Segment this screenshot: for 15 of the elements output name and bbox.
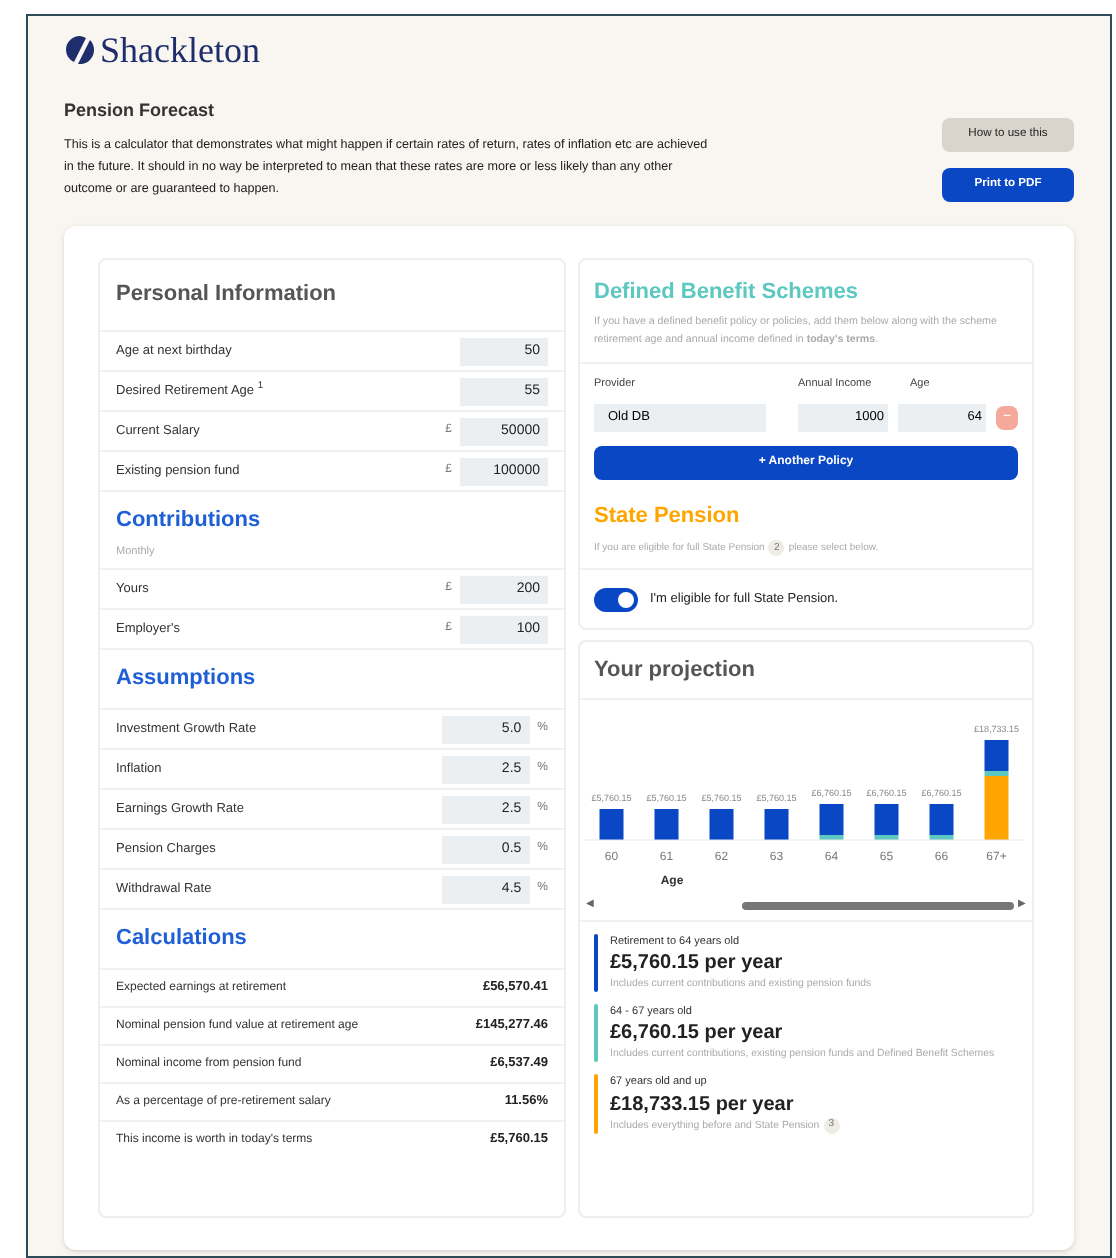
section-title: Personal Information	[116, 280, 337, 311]
scrollbar-thumb[interactable]	[742, 902, 1014, 910]
section-title: State Pension	[594, 501, 742, 532]
brand-name: Shackleton	[100, 32, 260, 68]
summary-amount: £6,760.15 per year	[610, 1020, 785, 1047]
section-title: Your projection	[594, 656, 755, 686]
section-title: Contributions	[116, 506, 263, 536]
summary-amount: £18,733.15 per year	[610, 1091, 796, 1117]
eligibility-toggle[interactable]	[594, 587, 638, 612]
section-title: Calculations	[116, 924, 247, 955]
summary-amount: £5,760.15 per year	[610, 950, 785, 976]
section-title: Assumptions	[116, 664, 256, 695]
section-title: Defined Benefit Schemes	[594, 278, 861, 308]
page-title: Pension Forecast	[64, 98, 217, 124]
logo-icon	[64, 36, 96, 64]
